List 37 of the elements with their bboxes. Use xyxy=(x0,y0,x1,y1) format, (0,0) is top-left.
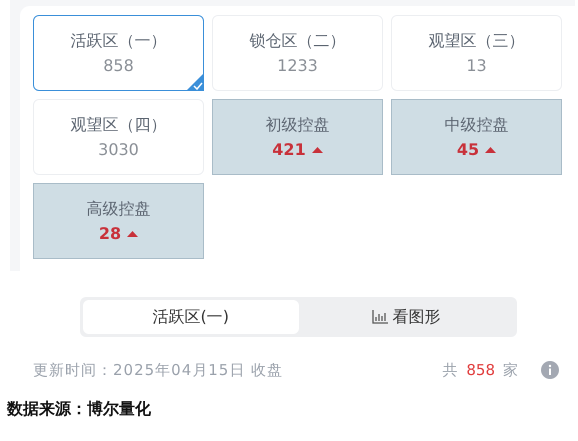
card-label: 活跃区（一） xyxy=(70,31,166,52)
card-label: 初级控盘 xyxy=(266,115,330,136)
card-count: 28 xyxy=(98,224,122,243)
total-suffix: 家 xyxy=(503,360,519,380)
card-label: 锁仓区（二） xyxy=(250,31,346,52)
up-triangle-icon xyxy=(312,146,323,152)
update-label: 更新时间： xyxy=(33,360,113,380)
zone-card[interactable]: 锁仓区（二） 1233 xyxy=(212,15,383,91)
segment-tab[interactable]: 活跃区(一) xyxy=(83,300,298,334)
info-icon[interactable] xyxy=(541,361,559,379)
total-prefix: 共 xyxy=(442,360,458,380)
data-source-text: 数据来源：博尔量化 xyxy=(7,399,152,420)
card-count: 421 xyxy=(272,140,306,159)
card-count: 13 xyxy=(466,56,487,75)
up-triangle-icon xyxy=(485,146,496,152)
segment-tab[interactable]: 看图形 xyxy=(298,300,514,334)
zone-card[interactable]: 活跃区（一） 858 xyxy=(33,15,204,91)
check-corner-icon xyxy=(186,73,204,91)
zone-card[interactable]: 高级控盘 28 xyxy=(33,183,204,259)
zone-card[interactable]: 观望区（四） 3030 xyxy=(33,99,204,175)
total-count: 858 xyxy=(466,361,495,379)
update-date: 2025年04月15日 收盘 xyxy=(113,360,284,380)
tab-label: 活跃区(一) xyxy=(152,306,229,328)
card-label: 观望区（四） xyxy=(70,115,166,136)
card-label: 中级控盘 xyxy=(444,115,508,136)
card-count: 3030 xyxy=(98,140,139,159)
card-label: 观望区（三） xyxy=(428,31,524,52)
card-count: 1233 xyxy=(277,56,318,75)
zone-card[interactable]: 观望区（三） 13 xyxy=(391,15,562,91)
tab-label: 看图形 xyxy=(392,306,440,328)
zone-card[interactable]: 中级控盘 45 xyxy=(391,99,562,175)
card-label: 高级控盘 xyxy=(86,199,150,220)
zone-card[interactable]: 初级控盘 421 xyxy=(212,99,383,175)
card-count: 858 xyxy=(103,56,134,75)
bar-chart-icon xyxy=(372,310,388,324)
up-triangle-icon xyxy=(127,230,138,236)
card-count: 45 xyxy=(456,140,480,159)
